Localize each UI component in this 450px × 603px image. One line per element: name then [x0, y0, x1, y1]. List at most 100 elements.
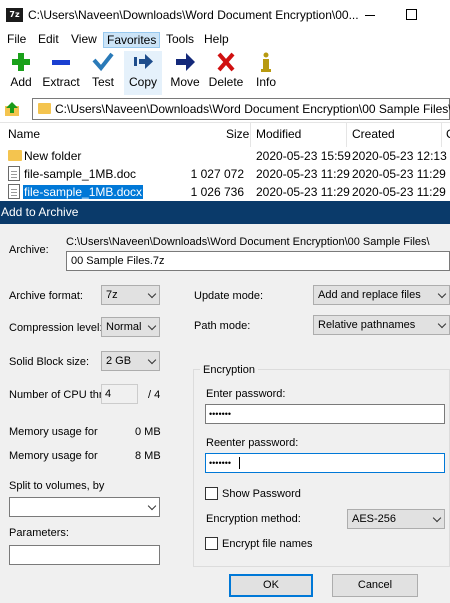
folder-up-icon[interactable]	[5, 102, 21, 116]
column-header-size[interactable]: Size	[226, 127, 249, 141]
file-modified: 2020-05-23 11:29	[256, 167, 350, 181]
minus-icon	[49, 51, 73, 73]
cpu-threads-value: 4	[105, 388, 112, 400]
window-title: C:\Users\Naveen\Downloads\Word Document …	[28, 8, 359, 22]
document-icon	[8, 184, 20, 199]
encryption-method-value: AES-256	[352, 513, 397, 525]
extract-label: Extract	[42, 75, 80, 89]
add-button[interactable]: Add	[6, 51, 36, 89]
file-size: 1 027 072	[190, 167, 244, 181]
address-bar: C:\Users\Naveen\Downloads\Word Document …	[0, 96, 450, 123]
file-created: 2020-05-23 11:29	[352, 185, 446, 199]
enter-password-input[interactable]: •••••••	[205, 404, 445, 424]
path-mode-value: Relative pathnames	[318, 319, 416, 331]
move-label: Move	[170, 75, 200, 89]
chevron-down-icon	[147, 501, 157, 511]
chevron-down-icon	[147, 289, 157, 299]
column-header-name[interactable]: Name	[8, 127, 40, 141]
show-password-checkbox[interactable]	[205, 487, 218, 500]
archive-name-combo[interactable]: 00 Sample Files.7z	[66, 251, 450, 271]
archive-label: Archive:	[9, 244, 49, 256]
encryption-method-label: Encryption method:	[206, 513, 301, 525]
encryption-method-select[interactable]: AES-256	[347, 509, 445, 529]
copy-arrow-icon	[131, 51, 155, 73]
file-modified: 2020-05-23 15:59	[256, 149, 351, 163]
menu-view[interactable]: View	[68, 32, 100, 48]
reenter-password-input[interactable]: •••••••	[205, 453, 445, 473]
plus-icon	[9, 51, 33, 73]
archive-format-label: Archive format:	[9, 290, 83, 302]
path-mode-select[interactable]: Relative pathnames	[313, 315, 450, 335]
delete-button[interactable]: Delete	[207, 51, 245, 89]
column-header-created[interactable]: Created	[352, 127, 395, 141]
folder-icon	[38, 103, 51, 114]
file-created: 2020-05-23 11:29	[352, 167, 446, 181]
file-modified: 2020-05-23 11:29	[256, 185, 350, 199]
maximize-button[interactable]	[406, 9, 417, 20]
document-icon	[8, 166, 20, 181]
cancel-button[interactable]: Cancel	[332, 574, 418, 597]
menu-help[interactable]: Help	[201, 32, 232, 48]
copy-button[interactable]: Copy	[124, 51, 162, 95]
minimize-button[interactable]	[365, 15, 375, 16]
chevron-down-icon	[147, 321, 157, 331]
x-icon	[214, 51, 238, 73]
encryption-group-label: Encryption	[200, 364, 258, 376]
move-button[interactable]: Move	[168, 51, 202, 89]
ok-button[interactable]: OK	[229, 574, 313, 597]
text-caret	[239, 457, 240, 469]
folder-icon	[8, 150, 22, 161]
cpu-threads-max: / 4	[148, 389, 161, 401]
reenter-password-label: Reenter password:	[206, 437, 299, 449]
file-row[interactable]: New folder 2020-05-23 15:59 2020-05-23 1…	[0, 147, 450, 165]
dialog-title-bar: Add to Archive	[0, 201, 450, 224]
enter-password-label: Enter password:	[206, 388, 286, 400]
menu-file[interactable]: File	[4, 32, 29, 48]
memory-compress-value: 0 MB	[135, 426, 161, 438]
column-header-c[interactable]: C	[446, 127, 450, 141]
menu-bar: File Edit View Favorites Tools Help	[0, 31, 450, 49]
encrypt-file-names-checkbox[interactable]	[205, 537, 218, 550]
compression-level-value: Normal	[106, 321, 142, 333]
menu-edit[interactable]: Edit	[35, 32, 62, 48]
file-name: file-sample_1MB.docx	[21, 184, 145, 200]
encrypt-file-names-label[interactable]: Encrypt file names	[222, 538, 312, 550]
menu-favorites[interactable]: Favorites	[103, 32, 161, 48]
path-mode-label: Path mode:	[194, 320, 251, 332]
test-label: Test	[91, 75, 114, 89]
column-header-modified[interactable]: Modified	[256, 127, 301, 141]
archive-format-select[interactable]: 7z	[101, 285, 160, 305]
file-size: 1 026 736	[190, 185, 244, 199]
dialog-title: Add to Archive	[1, 205, 79, 219]
parameters-label: Parameters:	[9, 527, 69, 539]
extract-button[interactable]: Extract	[40, 51, 82, 89]
update-mode-select[interactable]: Add and replace files	[313, 285, 450, 305]
compression-level-select[interactable]: Normal	[101, 317, 160, 337]
file-list: Name Size Modified Created C New folder …	[0, 123, 450, 203]
path-text: C:\Users\Naveen\Downloads\Word Document …	[55, 102, 450, 116]
cpu-threads-input[interactable]: 4	[101, 384, 138, 404]
parameters-input[interactable]	[9, 545, 160, 565]
info-button[interactable]: Info	[252, 51, 280, 89]
cpu-threads-label: Number of CPU thr	[9, 389, 103, 401]
file-row-selected[interactable]: file-sample_1MB.docx 1 026 736 2020-05-2…	[0, 183, 450, 201]
solid-block-value: 2 GB	[106, 355, 132, 367]
check-icon	[91, 51, 115, 73]
split-volumes-label: Split to volumes, by	[9, 480, 105, 492]
archive-name-value: 00 Sample Files.7z	[71, 255, 165, 267]
path-input[interactable]: C:\Users\Naveen\Downloads\Word Document …	[32, 98, 450, 120]
chevron-down-icon	[437, 319, 447, 329]
file-created: 2020-05-23 12:13	[352, 149, 447, 163]
update-mode-label: Update mode:	[194, 290, 264, 302]
show-password-label[interactable]: Show Password	[222, 488, 301, 500]
menu-tools[interactable]: Tools	[163, 32, 197, 48]
copy-label: Copy	[128, 75, 157, 89]
file-row[interactable]: file-sample_1MB.doc 1 027 072 2020-05-23…	[0, 165, 450, 183]
update-mode-value: Add and replace files	[318, 289, 421, 301]
solid-block-select[interactable]: 2 GB	[101, 351, 160, 371]
reenter-password-value: •••••••	[209, 458, 232, 468]
title-bar: 7z C:\Users\Naveen\Downloads\Word Docume…	[0, 0, 450, 31]
7zip-app-icon: 7z	[6, 8, 23, 22]
split-volumes-combo[interactable]	[9, 497, 160, 517]
test-button[interactable]: Test	[88, 51, 118, 89]
